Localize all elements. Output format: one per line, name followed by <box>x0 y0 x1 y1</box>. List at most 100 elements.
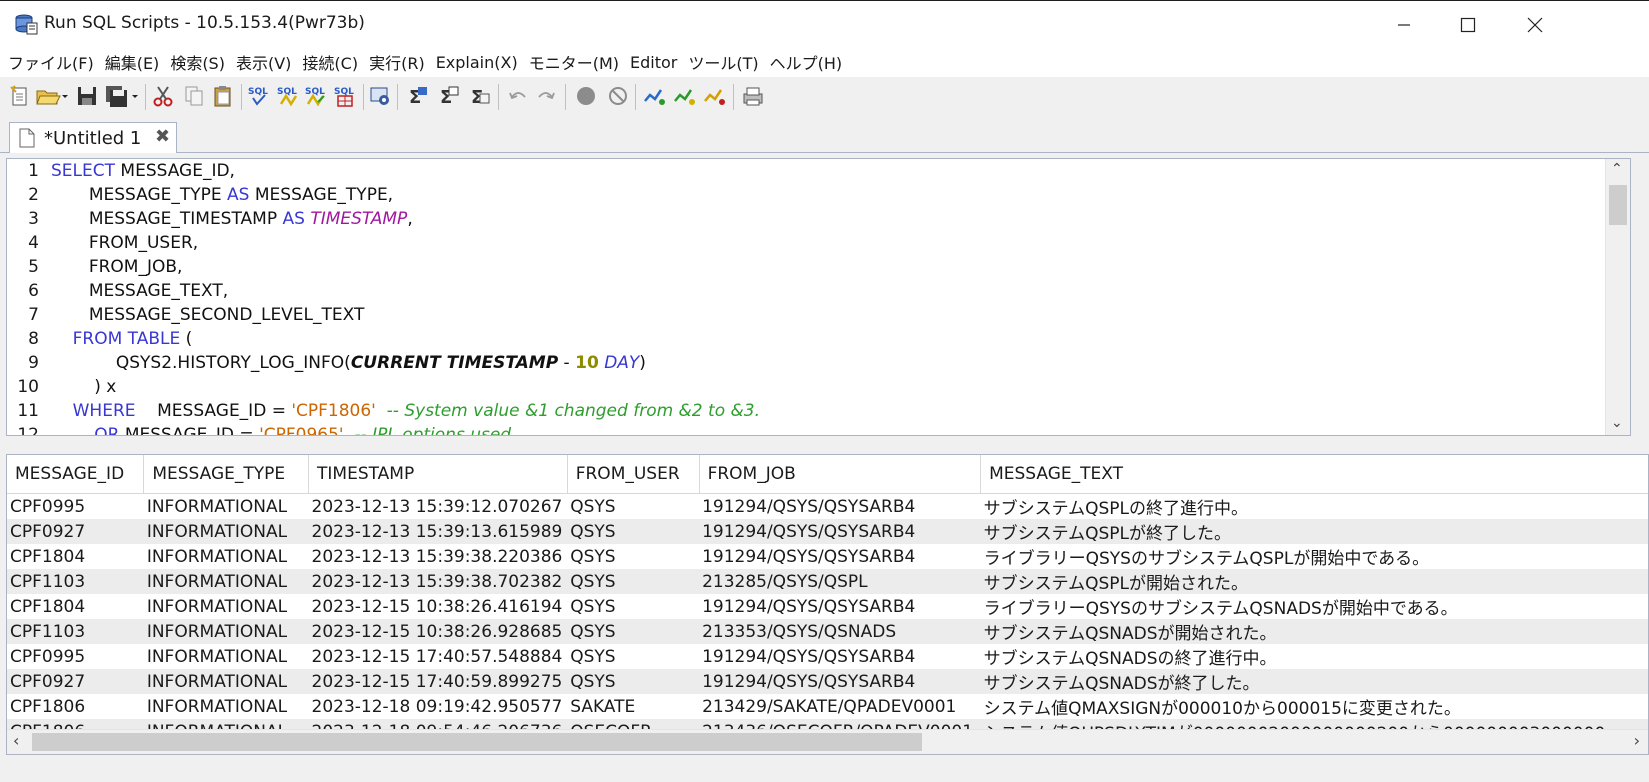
connection-settings-icon[interactable] <box>368 83 394 109</box>
line-number: 1 <box>28 161 39 181</box>
menu-search[interactable]: 検索(S) <box>166 50 229 74</box>
header-row: MESSAGE_ID MESSAGE_TYPE TIMESTAMP FROM_U… <box>7 455 1648 494</box>
table-cell: INFORMATIONAL <box>143 619 309 644</box>
new-file-icon[interactable] <box>7 83 33 109</box>
menu-explain[interactable]: Explain(X) <box>432 53 522 72</box>
monitor-pause-icon[interactable] <box>672 83 698 109</box>
table-row[interactable]: CPF1103 INFORMATIONAL 2023-12-13 15:39:38.… <box>7 569 1648 594</box>
monitor-start-icon[interactable] <box>642 83 668 109</box>
undo-icon[interactable] <box>505 83 531 109</box>
table-row[interactable]: CPF0995 INFORMATIONAL 2023-12-13 15:39:12.… <box>7 494 1648 520</box>
save-icon[interactable] <box>74 83 100 109</box>
run-and-explain-icon[interactable]: Σ <box>436 83 462 109</box>
results-grid[interactable]: MESSAGE_ID MESSAGE_TYPE TIMESTAMP FROM_U… <box>6 454 1649 755</box>
column-header[interactable]: FROM_USER <box>567 455 700 494</box>
table-row[interactable]: CPF1804 INFORMATIONAL 2023-12-13 15:39:38.… <box>7 544 1648 570</box>
cut-icon[interactable] <box>150 83 176 109</box>
table-row[interactable]: CPF1806 INFORMATIONAL 2023-12-18 09:19:42.… <box>7 694 1648 720</box>
table-cell: INFORMATIONAL <box>143 569 309 594</box>
run-all-sql-icon[interactable]: SQL <box>276 83 302 109</box>
scroll-down-icon[interactable]: ⌄ <box>1611 415 1623 431</box>
scroll-right-icon[interactable]: › <box>1634 731 1640 750</box>
table-row[interactable]: CPF0927 INFORMATIONAL 2023-12-15 17:40:59.… <box>7 669 1648 694</box>
table-cell: CPF0927 <box>7 519 144 544</box>
menu-bar: ファイル(F) 編集(E) 検索(S) 表示(V) 接続(C) 実行(R) Ex… <box>0 47 1649 77</box>
table-cell: 191294/QSYS/QSYSARB4 <box>702 496 916 517</box>
table-cell: CPF0927 <box>7 669 144 694</box>
code-line: OR MESSAGE_ID = 'CPF0965' -- IPL options… <box>94 425 512 436</box>
table-cell: サブシステムQSPLが終了した。 <box>980 519 1648 544</box>
menu-view[interactable]: 表示(V) <box>232 50 295 74</box>
close-button[interactable] <box>1512 7 1558 43</box>
menu-help[interactable]: ヘルプ(H) <box>766 50 847 74</box>
scroll-thumb[interactable] <box>32 733 922 751</box>
sql-editor[interactable]: 1 2 3 4 5 6 7 8 9 10 11 12 SELECT MESSAG… <box>6 158 1631 436</box>
line-number: 3 <box>28 209 39 229</box>
editor-vertical-scrollbar[interactable]: ⌃ ⌄ <box>1605 159 1630 435</box>
column-header[interactable]: FROM_JOB <box>699 455 982 494</box>
line-number: 9 <box>28 353 39 373</box>
run-sql-icon[interactable]: SQL <box>247 83 273 109</box>
table-cell: 213285/QSYS/QSPL <box>699 569 981 594</box>
maximize-button[interactable] <box>1445 7 1491 43</box>
table-cell: CPF1103 <box>7 619 144 644</box>
menu-monitor[interactable]: モニター(M) <box>525 50 623 74</box>
table-cell: QSYS <box>567 569 700 594</box>
run-selected-icon[interactable]: SQL <box>333 83 359 109</box>
menu-run[interactable]: 実行(R) <box>365 50 429 74</box>
window-title: Run SQL Scripts - 10.5.153.4(Pwr73b) <box>44 13 365 33</box>
table-cell: サブシステムQSNADSが終了した。 <box>980 669 1648 694</box>
results-horizontal-scrollbar[interactable]: ‹ › <box>7 729 1648 754</box>
scroll-left-icon[interactable]: ‹ <box>13 731 19 750</box>
line-number: 8 <box>28 329 39 349</box>
table-cell: 213429/SAKATE/QPADEV0001 <box>702 696 957 717</box>
paste-icon[interactable] <box>210 83 236 109</box>
column-header[interactable]: MESSAGE_ID <box>7 455 145 494</box>
column-header[interactable]: MESSAGE_TYPE <box>143 455 310 494</box>
table-cell: INFORMATIONAL <box>143 669 309 694</box>
scroll-thumb[interactable] <box>1609 185 1627 225</box>
menu-file[interactable]: ファイル(F) <box>4 50 98 74</box>
redo-icon[interactable] <box>533 83 559 109</box>
table-cell: QSYS <box>570 596 616 617</box>
run-from-cursor-icon[interactable]: SQL <box>304 83 330 109</box>
table-row[interactable]: CPF0927 INFORMATIONAL 2023-12-13 15:39:13.… <box>7 519 1648 544</box>
table-row[interactable]: CPF1804 INFORMATIONAL 2023-12-15 10:38:26.… <box>7 594 1648 620</box>
table-cell: QSYS <box>567 519 700 544</box>
line-number: 10 <box>17 377 39 397</box>
table-cell: QSYS <box>570 546 616 567</box>
table-cell: 2023-12-15 10:38:26.928685 <box>308 619 568 644</box>
minimize-button[interactable] <box>1381 7 1427 43</box>
table-cell: 213353/QSYS/QSNADS <box>699 619 981 644</box>
menu-connection[interactable]: 接続(C) <box>298 50 362 74</box>
scroll-up-icon[interactable]: ⌃ <box>1611 161 1623 177</box>
tab-close-icon[interactable]: ✖ <box>155 126 170 147</box>
copy-icon[interactable] <box>181 83 207 109</box>
print-icon[interactable] <box>740 83 766 109</box>
line-number: 2 <box>28 185 39 205</box>
tab-untitled-1[interactable]: *Untitled 1 ✖ <box>9 122 177 153</box>
table-cell: サブシステムQSPLが開始された。 <box>980 569 1648 594</box>
code-line: MESSAGE_SECOND_LEVEL_TEXT <box>51 305 365 325</box>
table-cell: 2023-12-13 15:39:38.702382 <box>308 569 568 594</box>
table-cell: 191294/QSYS/QSYSARB4 <box>702 546 916 567</box>
menu-editor[interactable]: Editor <box>626 53 681 72</box>
save-all-icon[interactable] <box>104 83 140 109</box>
column-header[interactable]: TIMESTAMP <box>308 455 568 494</box>
table-cell: 191294/QSYS/QSYSARB4 <box>699 519 981 544</box>
table-row[interactable]: CPF1103 INFORMATIONAL 2023-12-15 10:38:26.… <box>7 619 1648 644</box>
code-line: MESSAGE_TEXT, <box>51 281 229 301</box>
table-cell: INFORMATIONAL <box>146 596 288 617</box>
menu-tools[interactable]: ツール(T) <box>684 50 762 74</box>
explain-icon[interactable]: Σ <box>405 83 431 109</box>
open-folder-icon[interactable] <box>34 83 70 109</box>
cancel-request-icon[interactable] <box>605 83 631 109</box>
menu-edit[interactable]: 編集(E) <box>101 50 164 74</box>
column-header[interactable]: MESSAGE_TEXT <box>980 455 1648 494</box>
table-cell: CPF1103 <box>7 569 144 594</box>
monitor-stop-icon[interactable] <box>702 83 728 109</box>
stop-icon[interactable] <box>573 83 599 109</box>
visual-explain-icon[interactable]: Σ <box>467 83 493 109</box>
table-row[interactable]: CPF0995 INFORMATIONAL 2023-12-15 17:40:57.… <box>7 644 1648 670</box>
table-cell: 2023-12-15 17:40:57.548884 <box>311 646 563 667</box>
